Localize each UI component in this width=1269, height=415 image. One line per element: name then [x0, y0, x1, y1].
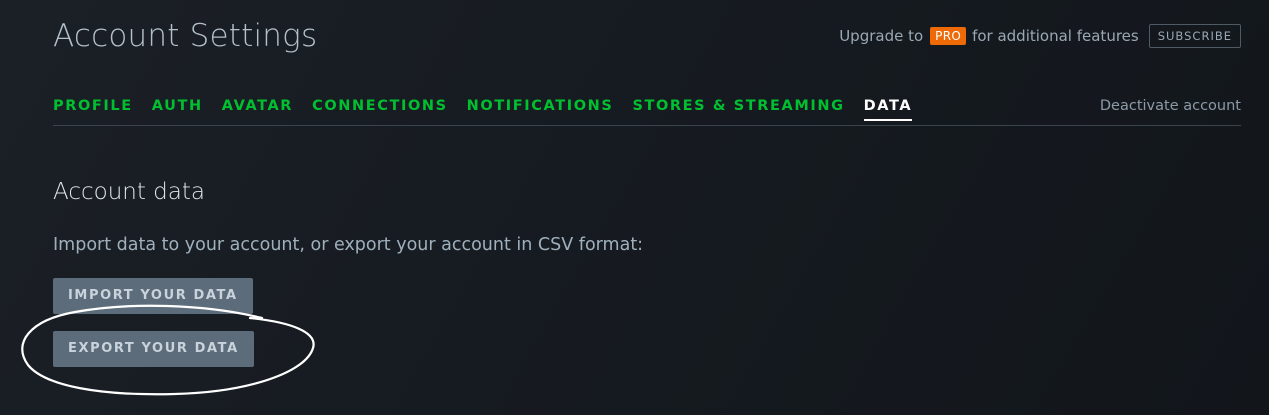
upgrade-prefix-text: Upgrade to [839, 27, 924, 45]
upgrade-banner: Upgrade to PRO for additional features S… [839, 24, 1241, 48]
tab-stores-streaming[interactable]: STORES & STREAMING [632, 98, 844, 119]
section-description: Import data to your account, or export y… [53, 235, 644, 255]
subscribe-button[interactable]: SUBSCRIBE [1148, 24, 1241, 48]
export-data-button[interactable]: EXPORT YOUR DATA [53, 331, 254, 367]
settings-tab-bar: PROFILE AUTH AVATAR CONNECTIONS NOTIFICA… [53, 98, 1241, 126]
section-title: Account data [53, 179, 205, 205]
page-title: Account Settings [53, 18, 318, 54]
tab-connections[interactable]: CONNECTIONS [312, 98, 448, 119]
upgrade-suffix-text: for additional features [972, 27, 1139, 45]
pro-badge: PRO [930, 27, 967, 45]
tab-profile[interactable]: PROFILE [53, 98, 133, 119]
tab-auth[interactable]: AUTH [152, 98, 203, 119]
deactivate-account-link[interactable]: Deactivate account [1100, 98, 1241, 114]
tab-list: PROFILE AUTH AVATAR CONNECTIONS NOTIFICA… [53, 98, 1241, 121]
import-data-button[interactable]: IMPORT YOUR DATA [53, 278, 253, 314]
tab-notifications[interactable]: NOTIFICATIONS [467, 98, 614, 119]
tab-data[interactable]: DATA [863, 98, 913, 121]
tab-avatar[interactable]: AVATAR [222, 98, 293, 119]
